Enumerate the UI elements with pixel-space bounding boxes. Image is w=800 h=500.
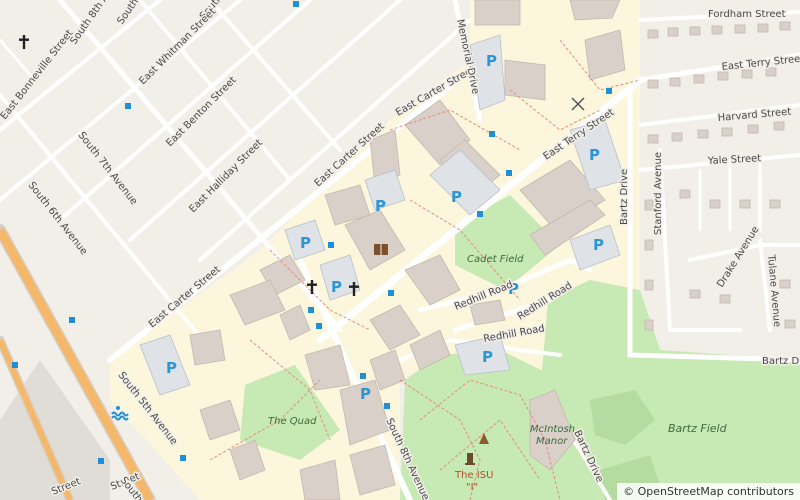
place-label-bartz-field: Bartz Field: [668, 422, 728, 435]
parking-sign: P: [360, 385, 371, 403]
parking-sign: P: [331, 278, 342, 296]
library-icon: [374, 244, 388, 255]
place-label-cadet-field: Cadet Field: [467, 254, 524, 265]
map-canvas[interactable]: P P P P P P P P P P P South 7th Avenue S…: [0, 0, 800, 500]
attribution-text[interactable]: OpenStreetMap contributors: [638, 485, 794, 498]
parking-sign: P: [482, 348, 493, 366]
copyright-symbol: ©: [623, 485, 635, 498]
map-attribution[interactable]: © OpenStreetMap contributors: [617, 483, 800, 500]
parking-sign: P: [300, 234, 311, 252]
place-label-isu-line1: The ISU: [454, 470, 493, 481]
place-label-the-quad: The Quad: [268, 416, 317, 427]
place-label-isu-line2: "I": [466, 482, 478, 493]
place-label-mcintosh-line2: Manor: [536, 436, 568, 447]
street-label-stanford: Stanford Avenue: [653, 152, 664, 235]
street-label-fordham: Fordham Street: [708, 9, 786, 20]
parking-sign: P: [593, 236, 604, 254]
parking-sign: P: [166, 359, 177, 377]
street-label-bartz-drive-2: Bartz Drive: [762, 356, 800, 367]
parking-sign: P: [486, 52, 497, 70]
parking-sign: P: [589, 146, 600, 164]
parking-sign: P: [375, 197, 386, 215]
place-label-mcintosh-line1: McIntosh: [530, 424, 575, 435]
parking-sign: P: [451, 188, 462, 206]
street-label-bartz-drive-1: Bartz Drive: [619, 169, 630, 225]
